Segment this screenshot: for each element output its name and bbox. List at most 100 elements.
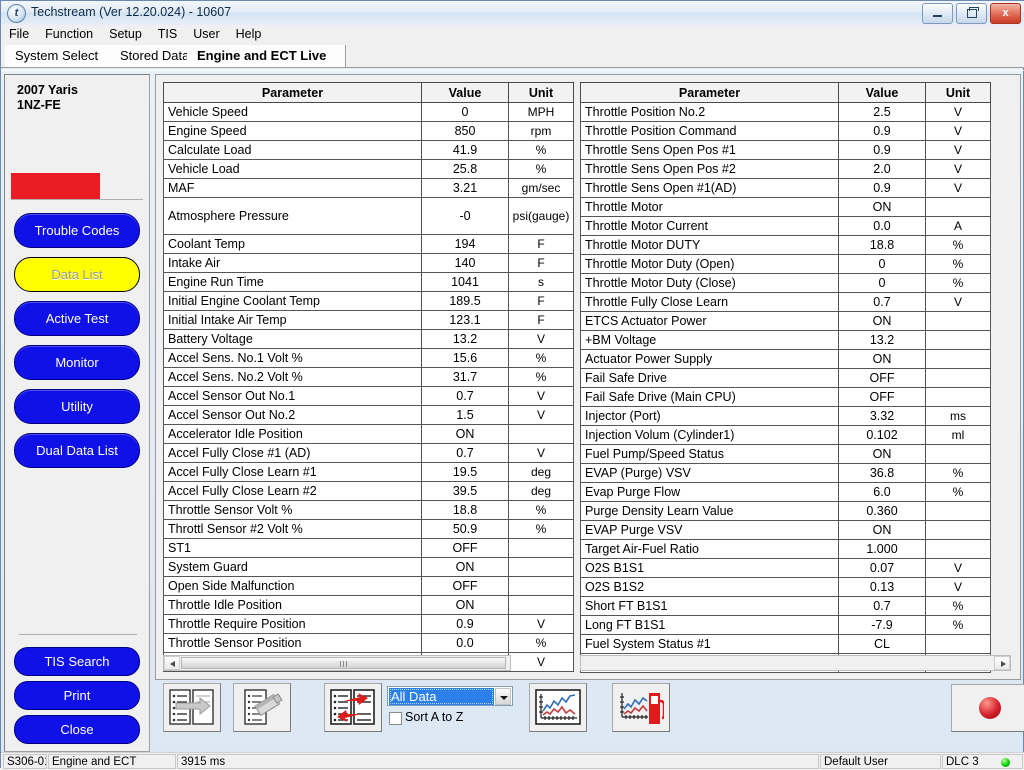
table-row[interactable]: Accel Fully Close Learn #1 19.5 deg [163,462,574,482]
table-row[interactable]: Throttle Motor Duty (Open) 0% [580,254,991,274]
table-row[interactable]: Fail Safe Drive (Main CPU) OFF [580,387,991,407]
table-row[interactable]: Injection Volum (Cylinder1) 0.102 ml [580,425,991,445]
table-row[interactable]: O2S B1S2 0.13 V [580,577,991,597]
column-header-parameter[interactable]: Parameter [580,82,839,103]
sidebar-button-utility[interactable]: Utility [14,389,140,424]
table-row[interactable]: Initial Engine Coolant Temp 189.5 F [163,291,574,311]
sidebar-button-print[interactable]: Print [14,681,140,710]
table-row[interactable]: Target Air-Fuel Ratio 1.000 [580,539,991,559]
table-row[interactable]: Battery Voltage 13.2 V [163,329,574,349]
table-row[interactable]: Accel Sensor Out No.1 0.7 V [163,386,574,406]
sidebar-button-trouble-codes[interactable]: Trouble Codes [14,213,140,248]
table-row[interactable]: Vehicle Speed 0 MPH [163,102,574,122]
table-row[interactable]: Short FT B1S1 0.7% [580,596,991,616]
close-button[interactable]: x [990,3,1021,24]
table-row[interactable]: Accel Fully Close Learn #2 39.5 deg [163,481,574,501]
table-row[interactable]: Throttle Sens Open Pos #1 0.9 V [580,140,991,160]
table-row[interactable]: Throttle Sens Open Pos #2 2.0 V [580,159,991,179]
table-row[interactable]: Intake Air 140 F [163,253,574,273]
graph-button[interactable] [529,683,587,732]
tab-engine-and-ect-live[interactable]: Engine and ECT Live [187,45,346,67]
menu-item-help[interactable]: Help [228,25,270,44]
table-row[interactable]: EVAP Purge VSV ON [580,520,991,540]
minimize-button[interactable] [922,3,953,24]
table-row[interactable]: Initial Intake Air Temp 123.1 F [163,310,574,330]
table-row[interactable]: EVAP (Purge) VSV 36.8% [580,463,991,483]
table-row[interactable]: Long FT B1S1 -7.9% [580,615,991,635]
table-row[interactable]: Fuel Pump/Speed Status ON [580,444,991,464]
maximize-button[interactable] [956,3,987,24]
table-row[interactable]: Throttle Position No.2 2.5 V [580,102,991,122]
menu-item-user[interactable]: User [185,25,227,44]
horizontal-scrollbar-left[interactable] [163,655,511,671]
table-row[interactable]: ST1 OFF [163,538,574,558]
table-row[interactable]: Throttle Motor Duty (Close) 0% [580,273,991,293]
table-row[interactable]: Injector (Port) 3.32 ms [580,406,991,426]
table-row[interactable]: Accel Sens. No.1 Volt % 15.6% [163,348,574,368]
table-row[interactable]: Actuator Power Supply ON [580,349,991,369]
table-row[interactable]: Fuel System Status #1 CL [580,634,991,654]
fuel-graph-button[interactable] [612,683,670,732]
data-filter-value[interactable]: All Data [389,688,494,705]
table-row[interactable]: Throttle Sensor Volt % 18.8% [163,500,574,520]
column-header-value[interactable]: Value [838,82,926,103]
menu-item-setup[interactable]: Setup [101,25,150,44]
table-row[interactable]: Throttle Idle Position ON [163,595,574,615]
table-row[interactable]: Accel Sens. No.2 Volt % 31.7% [163,367,574,387]
table-row[interactable]: Fail Safe Drive OFF [580,368,991,388]
sidebar-button-tis-search[interactable]: TIS Search [14,647,140,676]
table-row[interactable]: Engine Run Time 1041 s [163,272,574,292]
table-row[interactable]: Throttle Require Position 0.9 V [163,614,574,634]
table-row[interactable]: +BM Voltage 13.2 [580,330,991,350]
sort-checkbox[interactable] [389,712,402,725]
sidebar-button-monitor[interactable]: Monitor [14,345,140,380]
table-row[interactable]: Throttle Sens Open #1(AD) 0.9 V [580,178,991,198]
data-filter-dropdown[interactable]: All Data [387,686,513,706]
table-row[interactable]: Purge Density Learn Value 0.360 [580,501,991,521]
scroll-thumb-left[interactable] [181,657,506,669]
table-row[interactable]: O2S B1S1 0.07 V [580,558,991,578]
menu-item-function[interactable]: Function [37,25,101,44]
table-row[interactable]: Accel Fully Close #1 (AD) 0.7 V [163,443,574,463]
scroll-right-arrow-icon[interactable] [994,656,1010,670]
table-row[interactable]: Atmosphere Pressure -0 psi(gauge) [163,197,574,235]
table-row[interactable]: Throttle Position Command 0.9 V [580,121,991,141]
cell-value: 31.7 [421,367,509,387]
column-header-parameter[interactable]: Parameter [163,82,422,103]
column-header-unit[interactable]: Unit [925,82,991,103]
sidebar-button-dual-data-list[interactable]: Dual Data List [14,433,140,468]
table-row[interactable]: Accel Sensor Out No.2 1.5 V [163,405,574,425]
sidebar-button-active-test[interactable]: Active Test [14,301,140,336]
save-list-button[interactable] [163,683,221,732]
snapshot-button[interactable] [233,683,291,732]
table-row[interactable]: ETCS Actuator Power ON [580,311,991,331]
sidebar-button-close[interactable]: Close [14,715,140,744]
sidebar-button-data-list[interactable]: Data List [14,257,140,292]
column-header-value[interactable]: Value [421,82,509,103]
table-row[interactable]: Throttle Fully Close Learn 0.7 V [580,292,991,312]
menu-item-file[interactable]: File [1,25,37,44]
swap-list-button[interactable] [324,683,382,732]
table-row[interactable]: Throttle Sensor Position 0.0% [163,633,574,653]
table-row[interactable]: Throttl Sensor #2 Volt % 50.9% [163,519,574,539]
table-row[interactable]: MAF 3.21 gm/sec [163,178,574,198]
table-row[interactable]: Open Side Malfunction OFF [163,576,574,596]
table-row[interactable]: Engine Speed 850 rpm [163,121,574,141]
chevron-down-icon[interactable] [495,688,511,705]
table-row[interactable]: Throttle Motor DUTY 18.8% [580,235,991,255]
table-row[interactable]: Evap Purge Flow 6.0% [580,482,991,502]
column-header-unit[interactable]: Unit [508,82,574,103]
scroll-left-arrow-icon[interactable] [164,656,180,670]
table-row[interactable]: Throttle Motor ON [580,197,991,217]
table-row[interactable]: Coolant Temp 194 F [163,234,574,254]
table-row[interactable]: Throttle Motor Current 0.0 A [580,216,991,236]
window-title: Techstream (Ver 12.20.024) - 10607 [31,5,232,19]
status-connection: DLC 3 [942,754,1023,769]
horizontal-scrollbar-right[interactable] [580,655,1011,671]
record-button[interactable] [951,684,1024,732]
table-row[interactable]: Vehicle Load 25.8% [163,159,574,179]
table-row[interactable]: Calculate Load 41.9% [163,140,574,160]
table-row[interactable]: System Guard ON [163,557,574,577]
menu-item-tis[interactable]: TIS [150,25,185,44]
table-row[interactable]: Accelerator Idle Position ON [163,424,574,444]
